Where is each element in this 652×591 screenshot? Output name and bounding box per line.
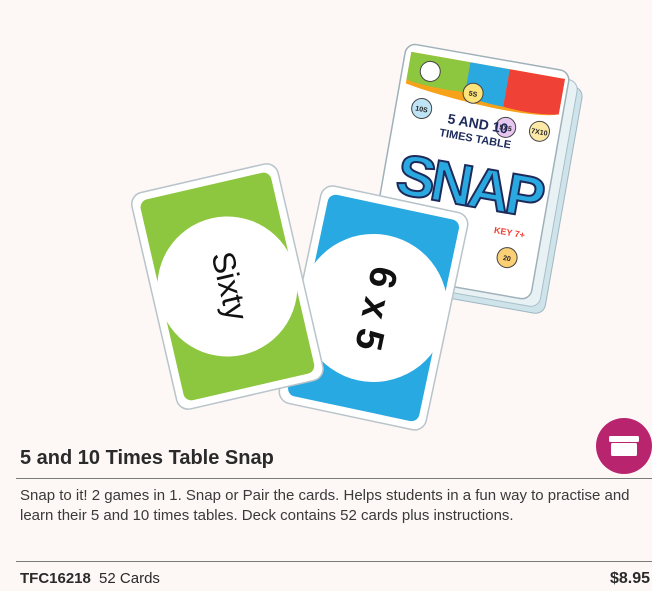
- product-count: 52 Cards: [99, 570, 160, 587]
- product-price: $8.95: [609, 570, 650, 587]
- product-meta: TFC16218 52 Cards $8.95: [20, 570, 650, 590]
- product-sku: TFC16218: [20, 570, 91, 587]
- add-to-cart-button[interactable]: [596, 418, 652, 474]
- product-tile: 5S 10S 5X5 7X10 20 5 AND 10 TIMES TABLE …: [0, 0, 652, 591]
- card-green: Sixty: [130, 163, 324, 410]
- box-badge-5: 20: [502, 255, 511, 263]
- product-image[interactable]: 5S 10S 5X5 7X10 20 5 AND 10 TIMES TABLE …: [0, 0, 652, 440]
- product-title[interactable]: 5 and 10 Times Table Snap: [20, 447, 274, 470]
- divider: [16, 478, 652, 479]
- box-icon: [608, 435, 640, 457]
- divider: [16, 561, 652, 562]
- product-description: Snap to it! 2 games in 1. Snap or Pair t…: [20, 487, 630, 524]
